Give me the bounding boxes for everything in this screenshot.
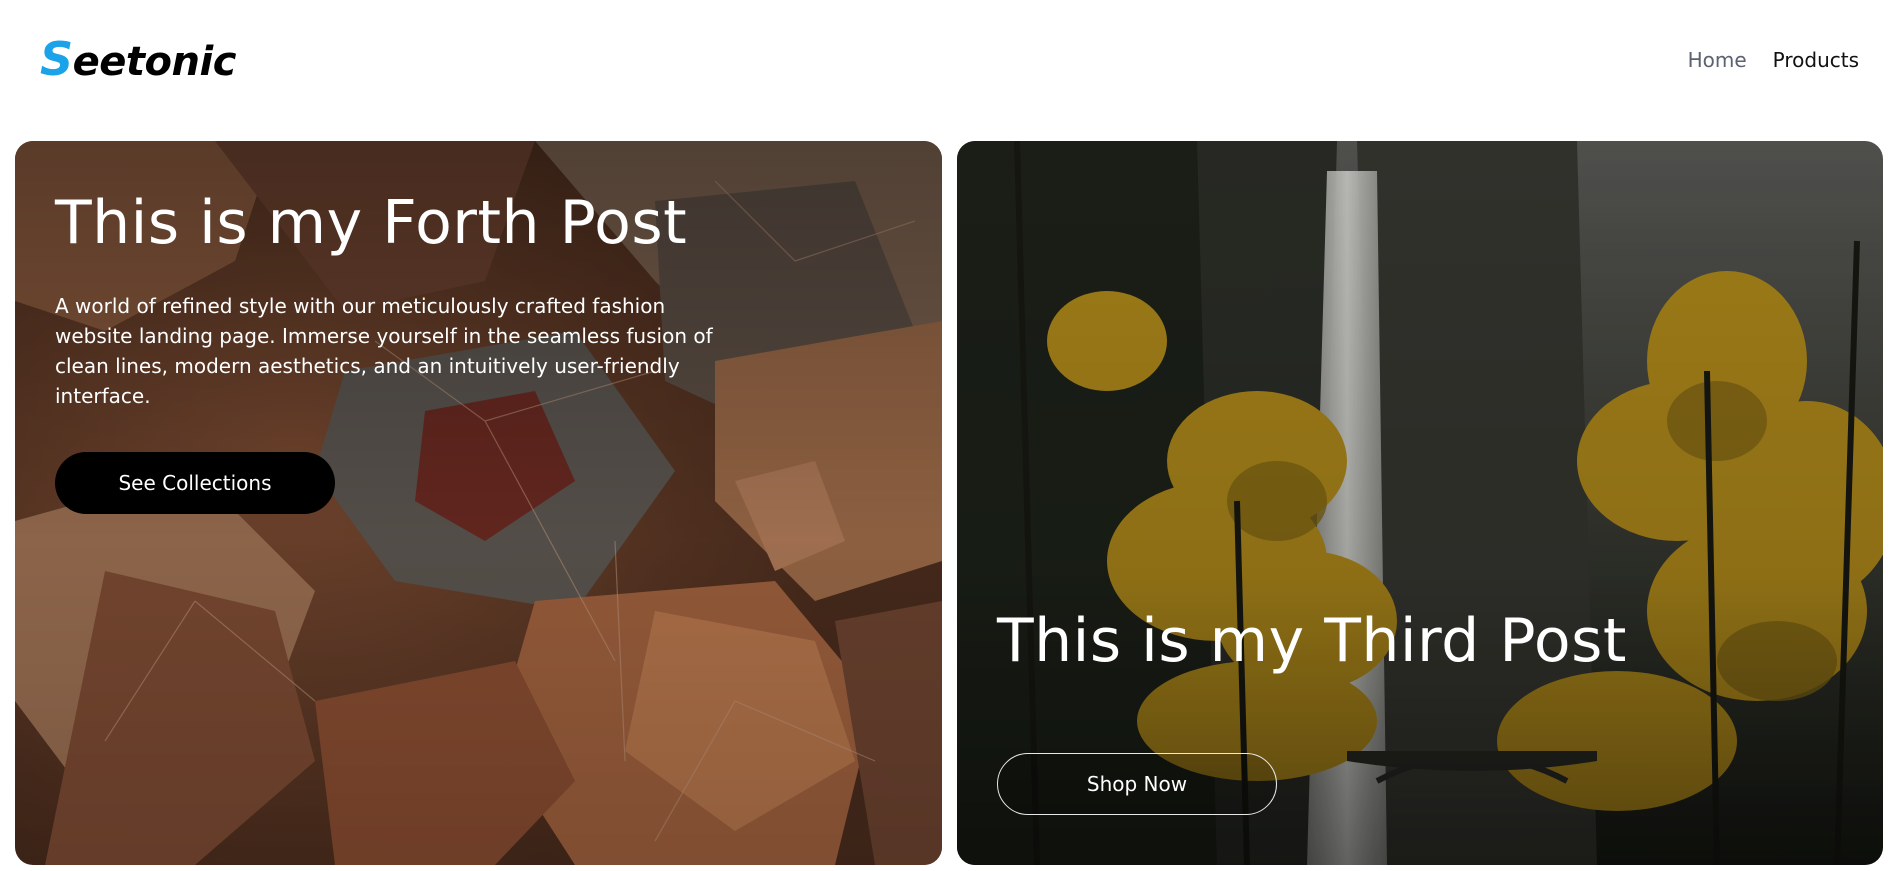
- post-card-third: This is my Third Post Shop Now: [957, 141, 1883, 865]
- post-title: This is my Forth Post: [55, 188, 688, 258]
- post-description: A world of refined style with our meticu…: [55, 294, 713, 408]
- nav-home-link[interactable]: Home: [1688, 48, 1747, 72]
- see-collections-button[interactable]: See Collections: [55, 452, 335, 514]
- shop-now-button[interactable]: Shop Now: [997, 753, 1277, 815]
- site-header: Seetonic Home Products: [0, 0, 1897, 120]
- post-title: This is my Third Post: [997, 606, 1627, 676]
- nav-products-link[interactable]: Products: [1773, 48, 1859, 72]
- post-card-forth: This is my Forth Post A world of refined…: [15, 141, 942, 865]
- main-nav: Home Products: [1688, 48, 1859, 72]
- logo-text: eetonic: [72, 39, 237, 85]
- logo-initial: S: [40, 32, 73, 86]
- brand-logo[interactable]: Seetonic: [40, 32, 236, 86]
